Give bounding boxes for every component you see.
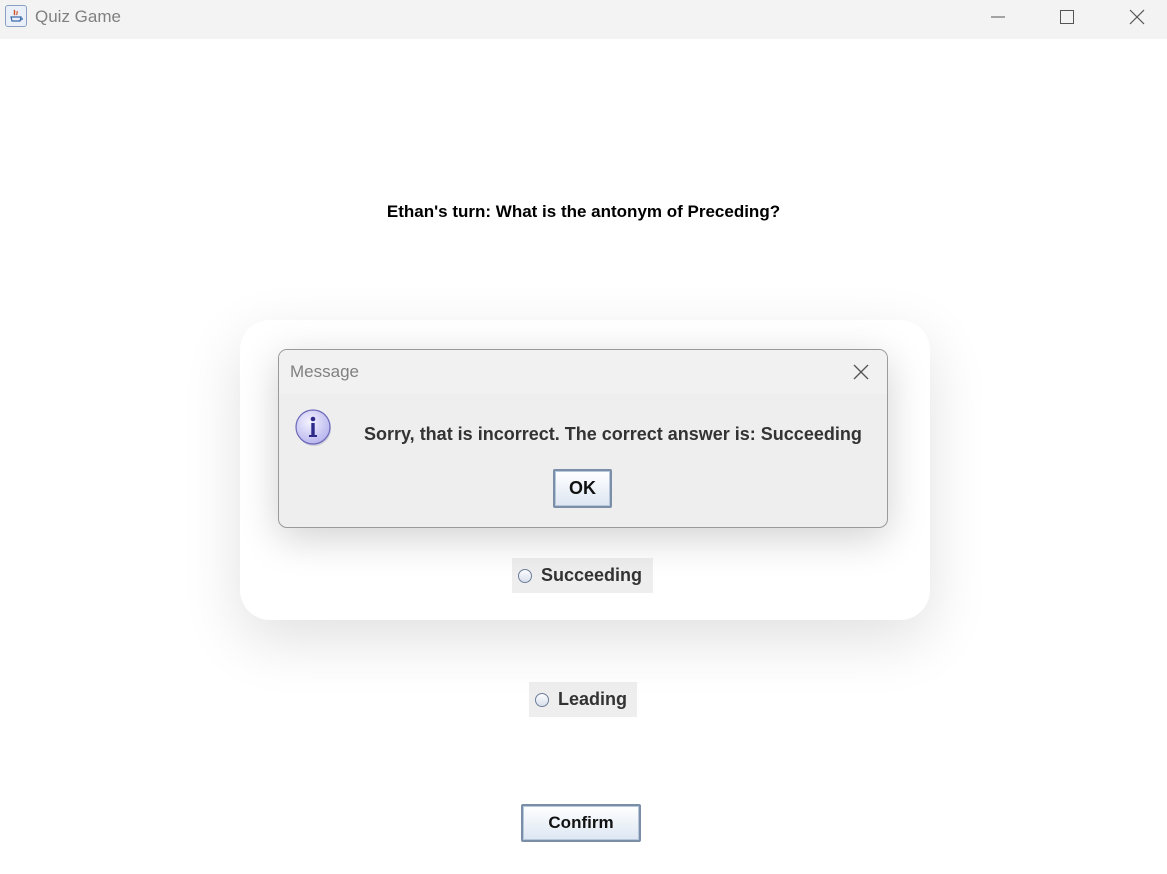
option-succeeding-radio[interactable]: Succeeding	[512, 558, 653, 593]
window-titlebar: Quiz Game	[0, 0, 1167, 39]
minimize-button[interactable]	[968, 0, 1028, 34]
java-icon	[5, 5, 27, 27]
maximize-icon	[1060, 10, 1074, 24]
minimize-icon	[991, 16, 1005, 18]
question-label: Ethan's turn: What is the antonym of Pre…	[386, 202, 781, 221]
message-dialog: Message Sorry, that is incorrect. The co…	[278, 349, 888, 528]
radio-button-icon[interactable]	[535, 692, 549, 707]
close-button[interactable]	[1107, 0, 1167, 34]
option-label: Leading	[558, 689, 628, 709]
window-title: Quiz Game	[35, 7, 121, 26]
dialog-titlebar: Message	[279, 350, 887, 394]
radio-button-icon[interactable]	[518, 568, 532, 583]
maximize-button[interactable]	[1037, 0, 1097, 34]
confirm-button[interactable]: Confirm	[521, 804, 641, 842]
info-icon	[295, 409, 331, 446]
option-leading-radio[interactable]: Leading	[529, 682, 637, 717]
dialog-close-icon[interactable]	[851, 362, 871, 382]
dialog-title: Message	[290, 362, 359, 381]
ok-button[interactable]: OK	[553, 469, 612, 508]
close-icon	[1129, 9, 1145, 25]
dialog-message: Sorry, that is incorrect. The correct an…	[364, 424, 862, 444]
option-label: Succeeding	[541, 565, 643, 585]
